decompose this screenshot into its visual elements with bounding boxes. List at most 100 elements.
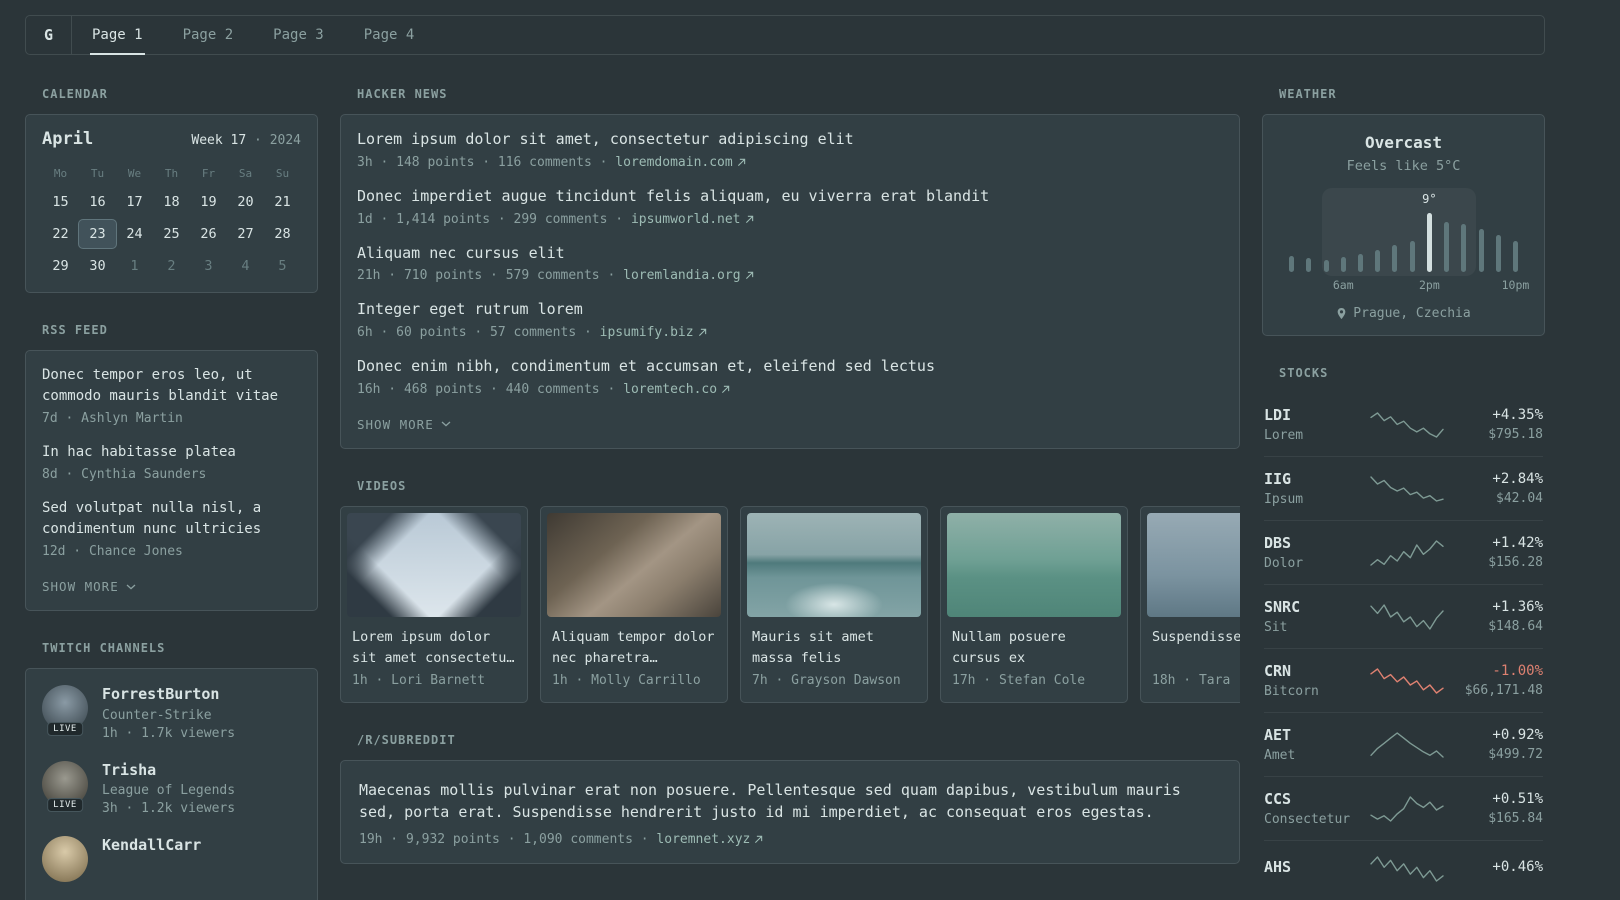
weather-bar xyxy=(1289,256,1295,272)
stock-ticker: DBS xyxy=(1264,534,1292,552)
rss-item-meta: 12d · Chance Jones xyxy=(42,544,183,559)
hn-story-domain-link[interactable]: loremlandia.org xyxy=(623,268,753,283)
app-logo[interactable]: G xyxy=(26,16,72,54)
video-title[interactable]: Nullam posuere cursus ex xyxy=(947,617,1121,673)
rss-item-title[interactable]: Sed volutpat nulla nisl, a condimentum n… xyxy=(42,498,301,540)
nav-tab[interactable]: Page 1 xyxy=(72,16,163,55)
video-thumbnail[interactable] xyxy=(347,512,521,617)
channel-name[interactable]: KendallCarr xyxy=(102,836,201,856)
video-thumbnail[interactable] xyxy=(1147,512,1240,617)
stock-row[interactable]: DBS Dolor +1.42% $156.28 xyxy=(1264,520,1543,584)
video-title[interactable]: Mauris sit amet massa felis xyxy=(747,617,921,673)
twitch-channel[interactable]: LIVE Trisha League of Legends 3h · 1.2k … xyxy=(42,760,301,817)
nav-tab[interactable]: Page 4 xyxy=(344,16,435,54)
hn-story-domain-link[interactable]: ipsumworld.net xyxy=(631,212,754,227)
stock-row[interactable]: CCS Consectetur +0.51% $165.84 xyxy=(1264,776,1543,840)
hour-label: 6am xyxy=(1332,278,1354,292)
calendar-day: 2 xyxy=(167,258,176,274)
stock-price: $499.72 xyxy=(1488,747,1543,762)
hn-story-title[interactable]: Integer eget rutrum lorem xyxy=(357,299,1223,321)
video-card[interactable]: Lorem ipsum dolor sit amet consectetu… 1… xyxy=(340,505,528,703)
video-card[interactable]: Aliquam tempor dolor nec pharetra… 1h · … xyxy=(540,505,728,703)
stock-row[interactable]: CRN Bitcorn -1.00% $66,171.48 xyxy=(1264,648,1543,712)
hn-story-domain-link[interactable]: loremdomain.com xyxy=(615,155,745,170)
stock-values: +1.36% $148.64 xyxy=(1455,599,1543,634)
chevron-down-icon xyxy=(441,421,451,427)
video-thumbnail[interactable] xyxy=(747,512,921,617)
weather-hour: 10pm xyxy=(1502,194,1529,292)
calendar-month: April xyxy=(42,129,94,149)
video-thumbnail[interactable] xyxy=(947,512,1121,617)
widget-title-stocks: STOCKS xyxy=(1279,366,1329,380)
video-card[interactable]: Mauris sit amet massa felis 7h · Grayson… xyxy=(740,505,928,703)
video-title[interactable]: Aliquam tempor dolor nec pharetra… xyxy=(547,617,721,673)
dashboard-columns: CALENDAR April Week 17 · 2024 Mo Tu We T… xyxy=(25,87,1545,900)
subreddit-widget: /R/SUBREDDIT Maecenas mollis pulvinar er… xyxy=(340,733,1240,864)
video-card[interactable]: Nullam posuere cursus ex 17h · Stefan Co… xyxy=(940,505,1128,703)
stock-values: +2.84% $42.04 xyxy=(1455,471,1543,506)
calendar-day: 26 xyxy=(200,226,217,242)
weather-location: Prague, Czechia xyxy=(1279,306,1528,321)
video-thumbnail[interactable] xyxy=(547,512,721,617)
live-badge: LIVE xyxy=(47,722,83,736)
stock-price: $148.64 xyxy=(1488,619,1543,634)
stock-row[interactable]: IIG Ipsum +2.84% $42.04 xyxy=(1264,456,1543,520)
weather-bar xyxy=(1340,257,1346,272)
video-title[interactable]: Lorem ipsum dolor sit amet consectetu… xyxy=(347,617,521,673)
weather-widget: WEATHER Overcast Feels like 5°C 6am 9° 2… xyxy=(1262,87,1545,336)
rss-list: Donec tempor eros leo, ut commodo mauris… xyxy=(42,365,301,559)
page-tabs: Page 1 Page 2 Page 3 Page 4 xyxy=(72,16,435,55)
rss-item-meta: 7d · Ashlyn Martin xyxy=(42,411,183,426)
nav-tab[interactable]: Page 3 xyxy=(253,16,344,54)
weather-card: Overcast Feels like 5°C 6am 9° 2pm 10pm … xyxy=(1262,114,1545,336)
hn-story-domain-link[interactable]: loremtech.co xyxy=(623,382,730,397)
stock-row[interactable]: AET Amet +0.92% $499.72 xyxy=(1264,712,1543,776)
calendar-week-year: Week 17 · 2024 xyxy=(191,133,301,148)
weather-bar xyxy=(1444,222,1450,272)
reddit-post-domain-link[interactable]: loremnet.xyz xyxy=(656,832,763,847)
twitch-channel[interactable]: LIVE ForrestBurton Counter-Strike 1h · 1… xyxy=(42,685,301,741)
day-of-week-label: Fr xyxy=(201,167,216,180)
stock-row[interactable]: SNRC Sit +1.36% $148.64 xyxy=(1264,584,1543,648)
calendar-day: 15 xyxy=(52,194,69,210)
video-title[interactable]: Suspendisse diam xyxy=(1147,617,1240,652)
hn-story-title[interactable]: Donec imperdiet augue tincidunt felis al… xyxy=(357,186,1223,208)
rss-item-title[interactable]: In hac habitasse platea xyxy=(42,442,301,463)
rss-show-more-label: SHOW MORE xyxy=(42,579,119,594)
stock-row[interactable]: LDI Lorem +4.35% $795.18 xyxy=(1264,393,1543,456)
rss-item-title[interactable]: Donec tempor eros leo, ut commodo mauris… xyxy=(42,365,301,407)
video-card[interactable]: Suspendisse diam 18h · Tara xyxy=(1140,505,1240,703)
calendar-day: 29 xyxy=(52,258,69,274)
weather-hour xyxy=(1438,194,1455,272)
separator: · xyxy=(599,154,608,170)
twitch-channel[interactable]: KendallCarr xyxy=(42,836,301,882)
stock-identity: LDI Lorem xyxy=(1264,406,1359,443)
hn-show-more-label: SHOW MORE xyxy=(357,416,434,432)
separator: · xyxy=(615,211,624,227)
stock-row[interactable]: AHS +0.46% xyxy=(1264,840,1543,897)
stock-name: Lorem xyxy=(1264,428,1304,443)
stock-ticker: SNRC xyxy=(1264,598,1301,616)
channel-name[interactable]: ForrestBurton xyxy=(102,685,235,705)
calendar-day: 5 xyxy=(278,258,287,274)
hn-show-more-button[interactable]: SHOW MORE xyxy=(357,413,1223,436)
video-author: 7h · Grayson Dawson xyxy=(752,672,901,688)
stock-price: $156.28 xyxy=(1488,555,1543,570)
stock-price: $66,171.48 xyxy=(1464,683,1543,698)
rss-show-more-button[interactable]: SHOW MORE xyxy=(42,575,301,598)
hn-story-title[interactable]: Aliquam nec cursus elit xyxy=(357,243,1223,265)
nav-tab[interactable]: Page 2 xyxy=(163,16,254,54)
stock-change: +1.36% xyxy=(1492,599,1543,615)
twitch-card: LIVE ForrestBurton Counter-Strike 1h · 1… xyxy=(25,668,318,900)
hn-story-title[interactable]: Donec enim nibh, condimentum et accumsan… xyxy=(357,356,1223,378)
widget-title-twitch: TWITCH CHANNELS xyxy=(42,641,166,655)
calendar-day: 20 xyxy=(237,194,254,210)
channel-info: Trisha League of Legends 3h · 1.2k viewe… xyxy=(102,761,235,817)
stock-sparkline xyxy=(1370,475,1444,502)
hn-story-title[interactable]: Lorem ipsum dolor sit amet, consectetur … xyxy=(357,129,1223,151)
channel-name[interactable]: Trisha xyxy=(102,761,235,781)
hn-story-domain-link[interactable]: ipsumify.biz xyxy=(600,325,707,340)
stock-sparkline xyxy=(1370,731,1444,758)
twitch-list: LIVE ForrestBurton Counter-Strike 1h · 1… xyxy=(42,685,301,882)
reddit-post-title[interactable]: Maecenas mollis pulvinar erat non posuer… xyxy=(359,779,1221,824)
